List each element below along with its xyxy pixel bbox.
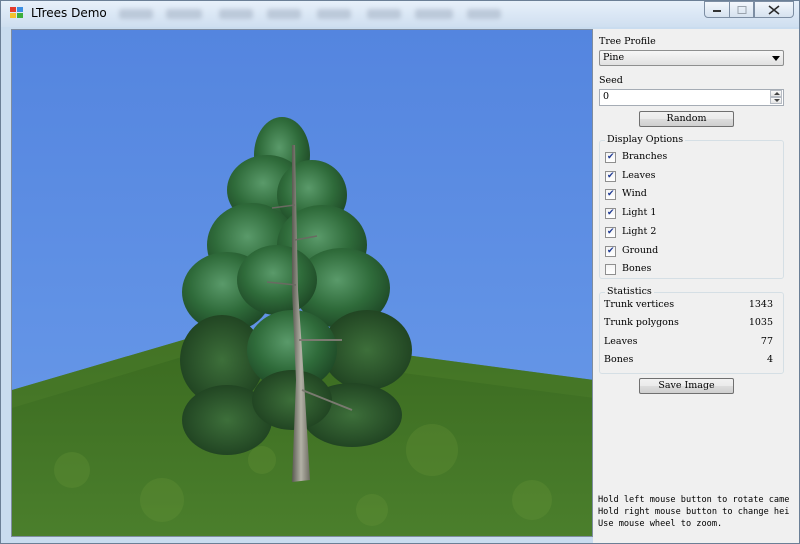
seed-label: Seed	[599, 75, 623, 86]
stat-name: Trunk polygons	[604, 317, 679, 329]
spin-up-icon	[774, 92, 780, 95]
checkmark-icon: ✔	[607, 208, 615, 219]
checkmark-icon: ✔	[607, 170, 615, 181]
option-bones[interactable]: Bones	[600, 263, 780, 277]
statistics-title: Statistics	[605, 286, 654, 297]
option-ground[interactable]: ✔ Ground	[600, 245, 780, 259]
checkbox-label: Light 2	[622, 225, 657, 237]
hint-height: Hold right mouse button to change hei	[598, 507, 790, 517]
statistics-group: Statistics Trunk vertices 1343 Trunk polyg…	[599, 286, 784, 374]
display-options-group: Display Options ✔ Branches ✔ Leaves ✔ Wind ✔ Li…	[599, 134, 784, 279]
checkbox[interactable]: ✔	[605, 189, 616, 201]
checkbox-label: Leaves	[622, 169, 656, 181]
checkbox-label: Ground	[622, 244, 659, 256]
window-title: LTrees Demo	[31, 6, 107, 20]
checkbox-label: Bones	[622, 263, 652, 275]
hint-zoom: Use mouse wheel to zoom.	[598, 519, 723, 529]
checkmark-icon: ✔	[607, 189, 615, 200]
option-wind[interactable]: ✔ Wind	[600, 188, 780, 202]
display-options-title: Display Options	[605, 134, 686, 145]
app-icon	[10, 7, 24, 19]
seed-spinner[interactable]: 0	[599, 89, 784, 106]
maximize-button[interactable]	[729, 1, 754, 18]
3d-viewport[interactable]	[11, 29, 593, 537]
blurred-title-region	[119, 9, 153, 19]
checkbox[interactable]: ✔	[605, 208, 616, 220]
stat-value: 1343	[748, 299, 773, 310]
seed-value: 0	[603, 91, 610, 102]
tree-scene	[12, 30, 592, 536]
stat-name: Trunk vertices	[604, 299, 675, 310]
dropdown-arrow-icon	[772, 56, 780, 61]
blurred-title-region	[415, 9, 453, 19]
checkmark-icon: ✔	[607, 245, 615, 256]
minimize-icon	[713, 9, 721, 12]
stat-name: Bones	[604, 353, 634, 365]
minimize-button[interactable]	[704, 1, 730, 18]
tree-profile-value: Pine	[603, 52, 625, 63]
option-leaves[interactable]: ✔ Leaves	[600, 170, 780, 184]
stat-value: 4	[766, 353, 773, 365]
stat-name: Leaves	[604, 335, 638, 347]
random-button[interactable]: Random	[639, 111, 734, 127]
checkbox[interactable]: ✔	[605, 152, 616, 163]
hint-rotate: Hold left mouse button to rotate came	[598, 495, 790, 505]
blurred-title-region	[317, 9, 351, 19]
blurred-title-region	[367, 9, 401, 19]
maximize-icon	[737, 5, 746, 14]
stat-value: 77	[760, 335, 773, 347]
checkbox[interactable]: ✔	[605, 170, 616, 182]
tree-profile-label: Tree Profile	[599, 36, 656, 47]
blurred-title-region	[467, 9, 501, 19]
spin-down-icon	[774, 99, 780, 102]
stat-value: 1035	[748, 317, 773, 329]
option-light-2[interactable]: ✔ Light 2	[600, 226, 780, 240]
close-button[interactable]	[754, 1, 794, 18]
checkmark-icon: ✔	[607, 226, 615, 237]
checkbox[interactable]	[605, 264, 616, 276]
option-light-1[interactable]: ✔ Light 1	[600, 207, 780, 221]
blurred-title-region	[166, 9, 202, 19]
title-bar[interactable]: LTrees Demo	[1, 1, 799, 27]
blurred-title-region	[219, 9, 253, 19]
checkbox[interactable]: ✔	[605, 226, 616, 238]
save-image-button[interactable]: Save Image	[639, 378, 734, 394]
close-icon	[768, 4, 780, 15]
checkbox[interactable]: ✔	[605, 245, 616, 257]
control-panel: Tree Profile Pine Seed 0 Random Display …	[593, 29, 799, 543]
app-window: LTrees Demo Tree Profile Pine Seed 0 Ran…	[0, 0, 800, 544]
blurred-title-region	[267, 9, 301, 19]
checkbox-label: Light 1	[622, 207, 657, 219]
checkbox-label: Wind	[622, 188, 647, 200]
option-branches[interactable]: ✔ Branches	[600, 151, 780, 165]
checkmark-icon: ✔	[607, 152, 615, 162]
checkbox-label: Branches	[622, 151, 668, 162]
spin-down-button[interactable]	[770, 97, 782, 104]
spin-up-button[interactable]	[770, 90, 782, 97]
tree-profile-dropdown[interactable]: Pine	[599, 50, 784, 66]
